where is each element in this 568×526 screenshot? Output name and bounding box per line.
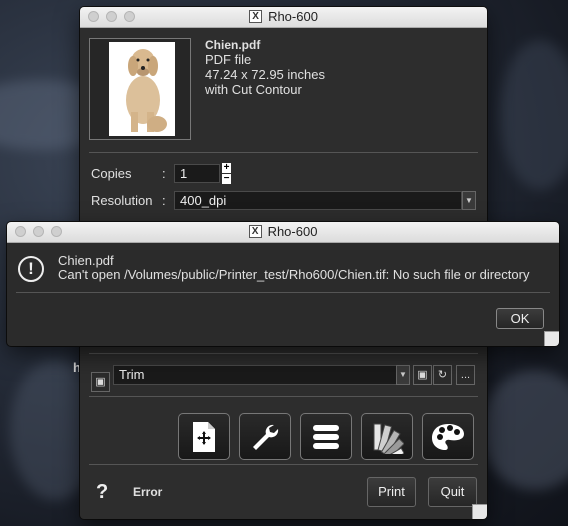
chevron-down-icon[interactable]: ▼	[396, 365, 410, 385]
refresh-icon[interactable]: ↻	[433, 365, 452, 385]
preview-image	[109, 42, 175, 136]
save-preset-icon[interactable]: ▣	[91, 372, 110, 392]
wrench-icon	[253, 424, 279, 450]
copies-label: Copies	[91, 166, 132, 181]
resize-grip-icon[interactable]	[544, 331, 559, 346]
file-preview	[89, 38, 191, 140]
layout-document-icon	[193, 421, 215, 452]
main-titlebar[interactable]: X Rho-600	[80, 7, 487, 28]
chevron-down-icon[interactable]: ▼	[462, 191, 476, 210]
queue-button[interactable]	[300, 413, 352, 460]
decrement-icon[interactable]: −	[222, 174, 231, 184]
palette-icon	[432, 423, 464, 450]
error-dialog: X Rho-600 ! Chien.pdf Can't open /Volume…	[7, 222, 559, 346]
file-name: Chien.pdf	[205, 38, 261, 52]
color-swatches-icon	[373, 423, 404, 454]
x11-icon: X	[248, 225, 262, 238]
resolution-label: Resolution	[91, 193, 153, 208]
divider	[89, 464, 478, 465]
divider	[89, 353, 478, 354]
file-note: with Cut Contour	[205, 82, 302, 97]
dialog-title: Rho-600	[267, 224, 318, 239]
resolution-colon: :	[162, 193, 166, 208]
error-message: Can't open /Volumes/public/Printer_test/…	[58, 267, 530, 282]
dialog-titlebar[interactable]: X Rho-600	[7, 222, 559, 243]
print-button[interactable]: Print	[367, 477, 416, 507]
help-button[interactable]: ?	[96, 481, 108, 504]
color-swatches-button[interactable]	[361, 413, 413, 460]
status-text: Error	[133, 485, 163, 499]
save-icon[interactable]: ▣	[413, 365, 432, 385]
increment-icon[interactable]: +	[222, 163, 231, 173]
copies-input[interactable]: 1	[174, 164, 220, 183]
quit-button[interactable]: Quit	[428, 477, 477, 507]
settings-button[interactable]	[239, 413, 291, 460]
divider	[89, 152, 478, 153]
main-window-title: Rho-600	[268, 9, 318, 24]
file-type: PDF file	[205, 52, 252, 67]
divider	[16, 292, 550, 293]
more-button[interactable]: ...	[456, 365, 475, 385]
error-heading: Chien.pdf	[58, 253, 114, 268]
warning-icon: !	[18, 256, 44, 282]
trim-select[interactable]: Trim	[113, 365, 397, 385]
copies-colon: :	[162, 166, 166, 181]
resize-grip-icon[interactable]	[472, 504, 487, 519]
copies-stepper[interactable]: + −	[222, 163, 231, 184]
ok-button[interactable]: OK	[496, 308, 544, 329]
palette-button[interactable]	[422, 413, 474, 460]
x11-icon: X	[249, 10, 263, 23]
file-dimensions: 47.24 x 72.95 inches	[205, 67, 325, 82]
divider	[89, 396, 478, 397]
layout-button[interactable]	[178, 413, 230, 460]
resolution-select[interactable]: 400_dpi	[174, 191, 462, 210]
queue-list-icon	[313, 424, 339, 449]
